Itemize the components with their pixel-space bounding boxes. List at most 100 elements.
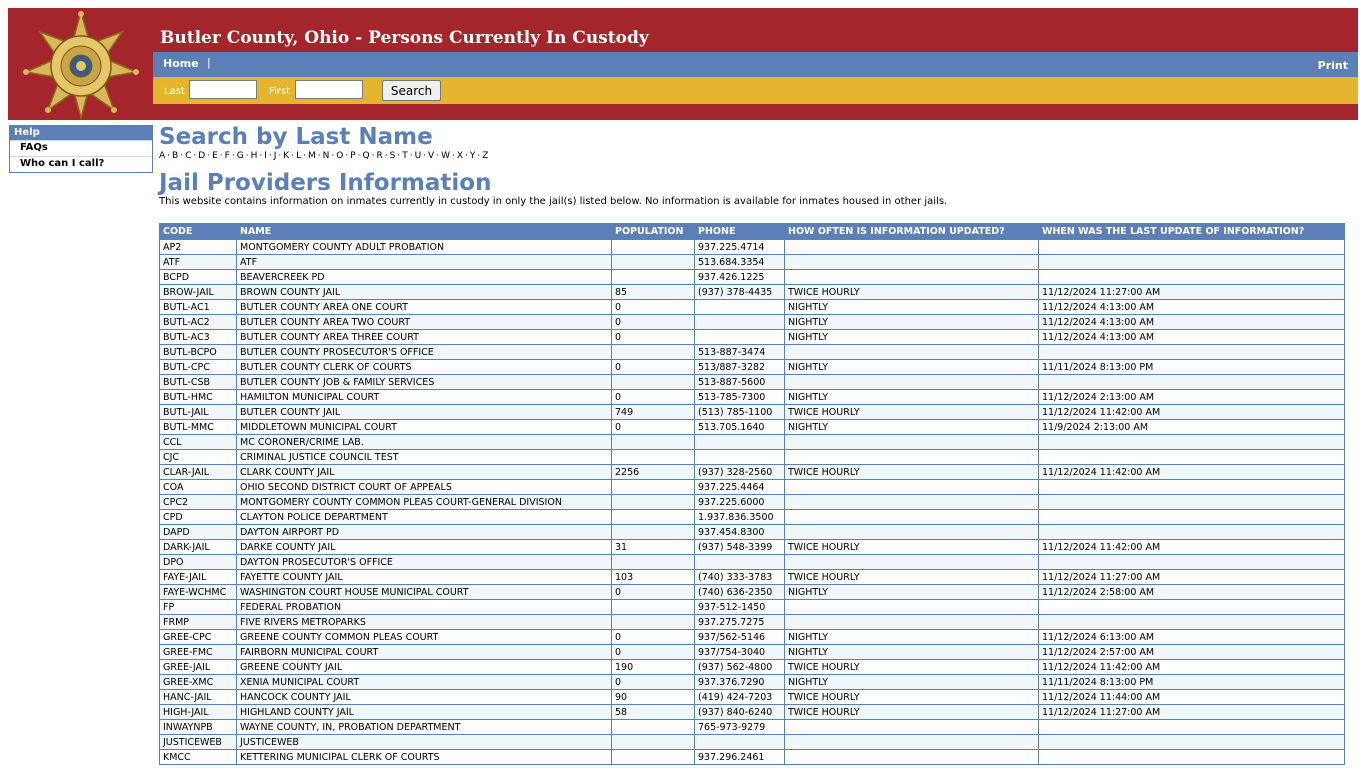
table-cell: 937.225.4464 — [694, 479, 785, 495]
letter-link-i[interactable]: I — [264, 151, 267, 161]
table-cell: HANC-JAIL — [159, 689, 237, 705]
letter-link-u[interactable]: U — [415, 151, 422, 161]
page-title: Butler County, Ohio - Persons Currently … — [160, 28, 649, 48]
table-cell: CCL — [159, 434, 237, 450]
letter-link-d[interactable]: D — [198, 151, 205, 161]
table-cell: GREE-FMC — [159, 644, 237, 660]
table-row: ATF ATF 513.684.3354 — [159, 254, 1345, 270]
letter-link-q[interactable]: Q — [363, 151, 370, 161]
letter-link-n[interactable]: N — [323, 151, 330, 161]
letter-link-g[interactable]: G — [237, 151, 244, 161]
table-cell — [694, 299, 785, 315]
table-cell: 513.705.1640 — [694, 419, 785, 435]
table-cell — [784, 554, 1039, 570]
search-button[interactable]: Search — [382, 80, 441, 101]
table-cell — [1038, 239, 1345, 255]
nav-home-link[interactable]: Home — [163, 57, 199, 70]
table-row: BROW-JAIL BROWN COUNTY JAIL 85 (937) 378-44… — [159, 284, 1345, 300]
table-cell: (740) 333-3783 — [694, 569, 785, 585]
intro-text: This website contains information on inm… — [159, 196, 948, 207]
table-cell: (937) 562-4800 — [694, 659, 785, 675]
table-cell: DARK-JAIL — [159, 539, 237, 555]
letter-link-c[interactable]: C — [185, 151, 191, 161]
letter-separator: · — [180, 151, 184, 161]
table-cell: (937) 378-4435 — [694, 284, 785, 300]
table-cell — [611, 554, 695, 570]
table-cell: 0 — [611, 314, 695, 330]
letter-link-r[interactable]: R — [376, 151, 382, 161]
table-cell: NIGHTLY — [784, 644, 1039, 660]
sidebar-item-faqs[interactable]: FAQs — [10, 140, 152, 156]
first-name-input[interactable] — [295, 80, 363, 99]
table-cell: 513-785-7300 — [694, 389, 785, 405]
letter-link-l[interactable]: L — [296, 151, 301, 161]
letter-separator: · — [371, 151, 375, 161]
letter-link-b[interactable]: B — [172, 151, 178, 161]
table-cell: TWICE HOURLY — [784, 284, 1039, 300]
page-header: Butler County, Ohio - Persons Currently … — [8, 8, 1358, 120]
table-cell: NIGHTLY — [784, 299, 1039, 315]
letter-link-t[interactable]: T — [402, 151, 408, 161]
table-cell: 11/12/2024 11:42:00 AM — [1038, 464, 1345, 480]
table-cell: DAYTON AIRPORT PD — [236, 524, 612, 540]
table-cell: (937) 548-3399 — [694, 539, 785, 555]
sidebar-item-who-can-i-call[interactable]: Who can I call? — [10, 156, 152, 172]
last-name-input[interactable] — [189, 80, 257, 99]
table-cell: 749 — [611, 404, 695, 420]
table-cell: 0 — [611, 584, 695, 600]
table-cell: TWICE HOURLY — [784, 659, 1039, 675]
table-cell — [1038, 434, 1345, 450]
table-cell: 11/11/2024 8:13:00 PM — [1038, 359, 1345, 375]
table-row: DARK-JAIL DARKE COUNTY JAIL 31 (937) 548-33… — [159, 539, 1345, 555]
letter-link-z[interactable]: Z — [482, 151, 488, 161]
table-cell: XENIA MUNICIPAL COURT — [236, 674, 612, 690]
table-cell: 85 — [611, 284, 695, 300]
table-cell: MIDDLETOWN MUNICIPAL COURT — [236, 419, 612, 435]
table-cell: MONTGOMERY COUNTY ADULT PROBATION — [236, 239, 612, 255]
table-cell: BUTLER COUNTY CLERK OF COURTS — [236, 359, 612, 375]
table-cell: TWICE HOURLY — [784, 689, 1039, 705]
table-row: GREE-CPC GREENE COUNTY COMMON PLEAS COURT… — [159, 629, 1345, 645]
letter-link-e[interactable]: E — [212, 151, 218, 161]
letter-link-a[interactable]: A — [159, 151, 165, 161]
table-cell: DARKE COUNTY JAIL — [236, 539, 612, 555]
letter-separator: · — [268, 151, 272, 161]
table-cell: 11/12/2024 11:42:00 AM — [1038, 659, 1345, 675]
letter-separator: · — [278, 151, 282, 161]
letter-link-y[interactable]: Y — [470, 151, 476, 161]
table-row: BUTL-AC3 BUTLER COUNTY AREA THREE COURT 0 N… — [159, 329, 1345, 345]
letter-link-f[interactable]: F — [225, 151, 230, 161]
table-cell: BUTLER COUNTY AREA THREE COURT — [236, 329, 612, 345]
table-cell: MONTGOMERY COUNTY COMMON PLEAS COURT-GEN… — [236, 494, 612, 510]
table-row: FAYE-JAIL FAYETTE COUNTY JAIL 103 (740) 333… — [159, 569, 1345, 585]
table-cell — [611, 239, 695, 255]
letter-link-s[interactable]: S — [390, 151, 396, 161]
table-cell: COA — [159, 479, 237, 495]
table-cell: 0 — [611, 674, 695, 690]
letter-link-h[interactable]: H — [251, 151, 258, 161]
table-cell: HIGHLAND COUNTY JAIL — [236, 704, 612, 720]
table-cell: BUTL-BCPO — [159, 344, 237, 360]
table-cell — [1038, 254, 1345, 270]
letter-separator: · — [207, 151, 211, 161]
table-row: GREE-FMC FAIRBORN MUNICIPAL COURT 0 937/754… — [159, 644, 1345, 660]
table-cell — [694, 434, 785, 450]
sheriff-badge-logo — [23, 10, 139, 120]
table-row: FRMP FIVE RIVERS METROPARKS 937.275.7275 — [159, 614, 1345, 630]
table-cell — [784, 734, 1039, 750]
letter-separator: · — [452, 151, 455, 161]
letter-link-m[interactable]: M — [308, 151, 316, 161]
letter-separator: · — [231, 151, 235, 161]
nav-separator: | — [207, 56, 211, 69]
table-cell — [784, 749, 1039, 765]
nav-print-link[interactable]: Print — [1318, 59, 1348, 72]
letter-link-x[interactable]: X — [457, 151, 463, 161]
letter-link-w[interactable]: W — [441, 151, 450, 161]
letter-link-p[interactable]: P — [350, 151, 355, 161]
letter-link-j[interactable]: J — [274, 151, 277, 161]
table-cell: 513-887-3474 — [694, 344, 785, 360]
letter-link-k[interactable]: K — [283, 151, 289, 161]
letter-link-v[interactable]: V — [428, 151, 434, 161]
letter-link-o[interactable]: O — [336, 151, 343, 161]
table-cell — [611, 509, 695, 525]
